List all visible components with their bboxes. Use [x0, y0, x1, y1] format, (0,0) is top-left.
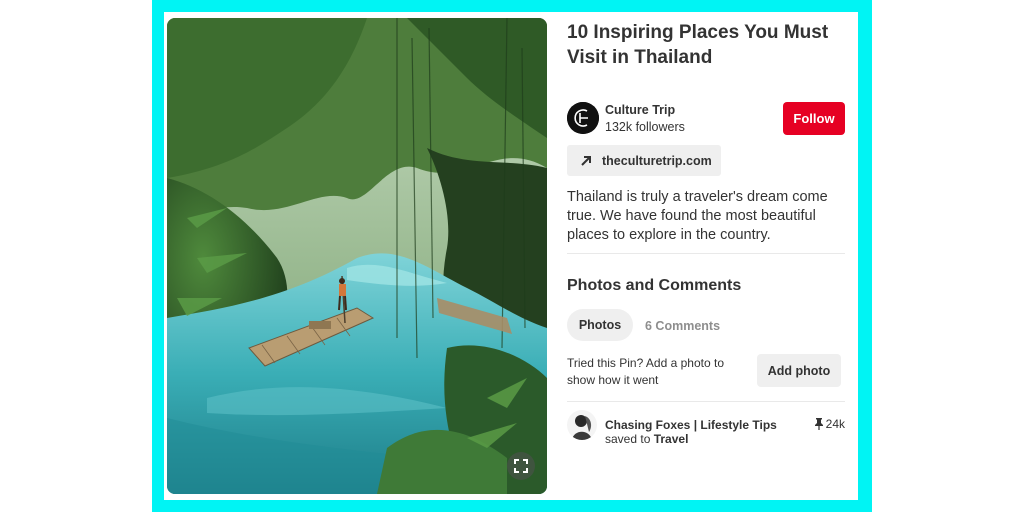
creator-name[interactable]: Culture Trip: [605, 103, 675, 117]
add-photo-button[interactable]: Add photo: [757, 354, 841, 387]
expand-icon[interactable]: [507, 452, 535, 480]
saved-to-text: saved to: [605, 432, 651, 446]
pin-title: 10 Inspiring Places You Must Visit in Th…: [567, 22, 829, 68]
tried-pin-prompt: Tried this Pin? Add a photo to show how …: [567, 356, 724, 387]
divider: [567, 401, 845, 402]
follow-button[interactable]: Follow: [783, 102, 845, 135]
saver-avatar[interactable]: [567, 410, 597, 440]
creator-avatar[interactable]: [567, 102, 599, 134]
source-link-button[interactable]: theculturetrip.com: [567, 145, 721, 176]
frame-background: 10 Inspiring Places You Must Visit in Th…: [152, 0, 872, 512]
tab-comments[interactable]: 6 Comments: [645, 319, 720, 333]
tab-photos[interactable]: Photos: [567, 309, 633, 341]
board-link[interactable]: Travel: [654, 432, 689, 446]
pin-icon: [814, 418, 823, 430]
save-count-value: 24k: [825, 417, 845, 431]
saver-name[interactable]: Chasing Foxes | Lifestyle Tips: [605, 418, 777, 432]
divider: [567, 253, 845, 254]
jungle-river-photo: [167, 18, 547, 494]
arrow-up-right-icon: [580, 155, 592, 167]
creator-row: Culture Trip 132k followers Follow: [567, 100, 845, 136]
pin-description: Thailand is truly a traveler's dream com…: [567, 189, 828, 243]
photos-comments-title: Photos and Comments: [567, 277, 742, 294]
saver-board-line: saved to Travel: [605, 432, 688, 446]
creator-followers: 132k followers: [605, 120, 685, 134]
pin-details: 10 Inspiring Places You Must Visit in Th…: [567, 20, 845, 446]
save-count: 24k: [814, 417, 845, 431]
pin-image[interactable]: [167, 18, 547, 494]
source-link-label: theculturetrip.com: [602, 153, 712, 168]
pin-card: 10 Inspiring Places You Must Visit in Th…: [164, 12, 858, 500]
